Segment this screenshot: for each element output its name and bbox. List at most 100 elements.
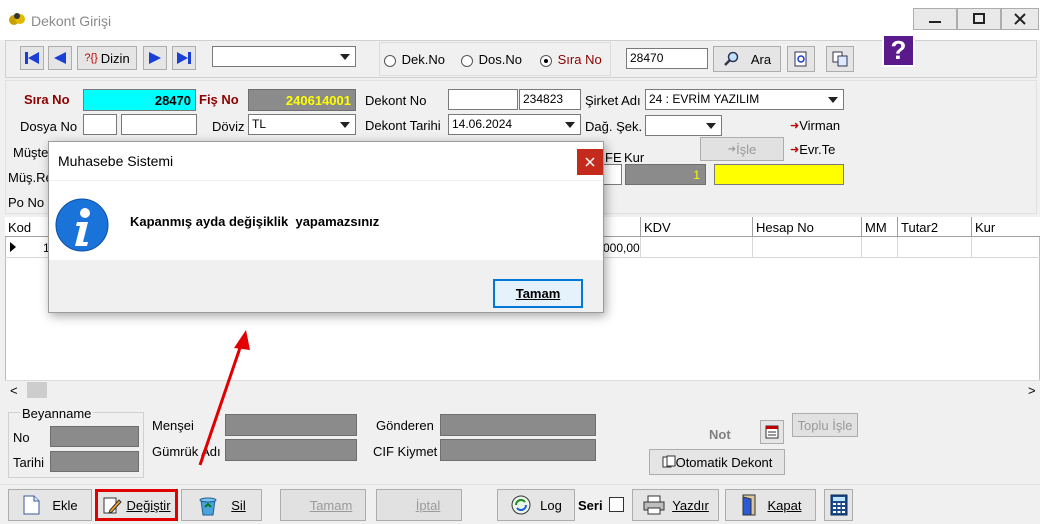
- dekont-no-prefix-field[interactable]: [448, 89, 518, 110]
- iptal-button[interactable]: İptal: [376, 489, 462, 521]
- info-icon: [55, 198, 109, 252]
- not-label: Not: [709, 427, 731, 442]
- virman-button[interactable]: ➜ Virman: [788, 114, 844, 136]
- sil-label: Sil: [231, 497, 246, 513]
- chevron-down-icon: [565, 122, 575, 128]
- radio-dosno[interactable]: Dos.No: [461, 52, 522, 67]
- dialog-message: Kapanmış ayda değişiklik yapamazsınız: [130, 214, 380, 229]
- dekont-no-field[interactable]: 234823: [519, 89, 581, 110]
- calculator-button[interactable]: [824, 489, 853, 521]
- otomatik-dekont-button[interactable]: Otomatik Dekont: [649, 449, 785, 475]
- search-input[interactable]: 28470: [626, 48, 708, 69]
- yazdir-button[interactable]: Yazdır: [632, 489, 719, 521]
- annotation-arrow: [198, 330, 250, 466]
- degistir-button[interactable]: Değiştir: [95, 489, 178, 521]
- sil-button[interactable]: Sil: [181, 489, 262, 521]
- gonderen-label: Gönderen: [376, 418, 434, 433]
- message-dialog: Muhasebe Sistemi Kapanmış ayda değişikli…: [48, 141, 604, 313]
- dekont-tarihi-picker[interactable]: 14.06.2024: [448, 114, 581, 135]
- note-button[interactable]: [760, 420, 784, 444]
- doviz-select[interactable]: TL: [248, 114, 356, 135]
- evr-te-button[interactable]: ➜ Evr.Te: [788, 138, 844, 160]
- tamam-button[interactable]: Tamam: [280, 489, 366, 521]
- mensei-label: Menşei: [152, 418, 194, 433]
- help-icon[interactable]: ?: [882, 34, 915, 67]
- col-header-kdv[interactable]: KDV: [641, 217, 753, 237]
- copy-icon: [832, 51, 848, 67]
- seri-checkbox[interactable]: [609, 497, 624, 512]
- prev-record-button[interactable]: [48, 46, 72, 70]
- minimize-button[interactable]: [913, 8, 957, 30]
- yazdir-label: Yazdır: [672, 497, 709, 513]
- radio-icon: [461, 54, 473, 67]
- first-record-button[interactable]: [20, 46, 44, 70]
- dialog-close-button[interactable]: [577, 149, 603, 175]
- otomatik-dekont-label: Otomatik Dekont: [675, 454, 773, 470]
- window-title: Dekont Girişi: [31, 13, 112, 29]
- dizin-button[interactable]: ?{} Dizin: [77, 46, 137, 70]
- grid-divider: [752, 237, 753, 258]
- cif-kiymet-label: CIF Kiymet: [373, 444, 438, 459]
- doviz-label: Döviz: [212, 119, 245, 134]
- toolbar-combo[interactable]: [212, 46, 356, 67]
- search-doc-button[interactable]: [787, 46, 815, 72]
- radio-dosno-label: Dos.No: [478, 52, 522, 67]
- degistir-label: Değiştir: [126, 497, 171, 513]
- toplu-isle-button[interactable]: Toplu İşle: [792, 413, 858, 437]
- isle-button[interactable]: ➜ İşle: [700, 137, 784, 161]
- radio-dekno[interactable]: Dek.No: [384, 52, 445, 67]
- fe-field[interactable]: [602, 164, 622, 185]
- maximize-button[interactable]: [957, 8, 1001, 30]
- exit-door-icon: [742, 494, 755, 516]
- sira-no-field[interactable]: 28470: [83, 89, 196, 111]
- radio-sirano-label: Sıra No: [557, 52, 602, 67]
- dekont-tarihi-label: Dekont Tarihi: [365, 118, 441, 133]
- dialog-title: Muhasebe Sistemi: [58, 153, 174, 169]
- sirket-adi-value: 24 : EVRİM YAZILIM: [649, 92, 760, 106]
- calculator-icon: [830, 494, 847, 516]
- close-window-button[interactable]: [1001, 8, 1039, 30]
- app-icon: [8, 11, 26, 27]
- col-header-hesap-no[interactable]: Hesap No: [753, 217, 862, 237]
- ara-button[interactable]: Ara: [713, 46, 781, 72]
- gonderen-field: [440, 414, 596, 436]
- sirket-adi-label: Şirket Adı: [585, 93, 641, 108]
- radio-sirano[interactable]: Sıra No: [540, 52, 602, 67]
- virman-label: Virman: [799, 117, 841, 133]
- yellow-field[interactable]: [714, 164, 844, 185]
- col-header-kur[interactable]: Kur: [972, 217, 1040, 237]
- arrow-right-icon: ➜: [790, 119, 800, 132]
- col-header-tutar2[interactable]: Tutar2: [898, 217, 972, 237]
- printer-icon: [643, 495, 665, 515]
- chevron-down-icon: [340, 122, 350, 128]
- beyanname-title: Beyanname: [20, 406, 94, 421]
- dialog-ok-button[interactable]: Tamam: [493, 279, 583, 308]
- dosya-no-prefix-field[interactable]: [83, 114, 117, 135]
- dag-sek-label: Dağ. Şek.: [585, 119, 643, 134]
- col-header-kod[interactable]: Kod: [5, 217, 49, 237]
- scroll-right-icon[interactable]: >: [1028, 383, 1036, 398]
- sirket-adi-select[interactable]: 24 : EVRİM YAZILIM: [645, 89, 844, 110]
- scroll-left-icon[interactable]: <: [10, 383, 18, 398]
- dag-sek-select[interactable]: [645, 115, 722, 136]
- grid-divider: [897, 237, 898, 258]
- ara-label: Ara: [750, 51, 772, 67]
- dosya-no-field[interactable]: [121, 114, 197, 135]
- log-button[interactable]: Log: [497, 489, 575, 521]
- last-record-button[interactable]: [172, 46, 196, 70]
- copy-button[interactable]: [826, 46, 854, 72]
- mus-re-label: Müş.Re: [8, 170, 53, 185]
- notepad-icon: [765, 425, 779, 439]
- next-record-button[interactable]: [143, 46, 167, 70]
- kapat-button[interactable]: Kapat: [725, 489, 816, 521]
- arrow-right-icon: ➜: [727, 143, 737, 155]
- fis-no-field: 240614001: [248, 89, 356, 111]
- scroll-thumb[interactable]: [27, 382, 47, 398]
- document-search-icon: [794, 51, 807, 67]
- col-header-mm[interactable]: MM: [862, 217, 898, 237]
- tamam-label: Tamam: [309, 497, 353, 513]
- ekle-button[interactable]: Ekle: [8, 489, 92, 521]
- horizontal-scrollbar[interactable]: [5, 380, 1040, 400]
- radio-icon: [384, 54, 396, 67]
- col-header-blank[interactable]: [600, 217, 641, 237]
